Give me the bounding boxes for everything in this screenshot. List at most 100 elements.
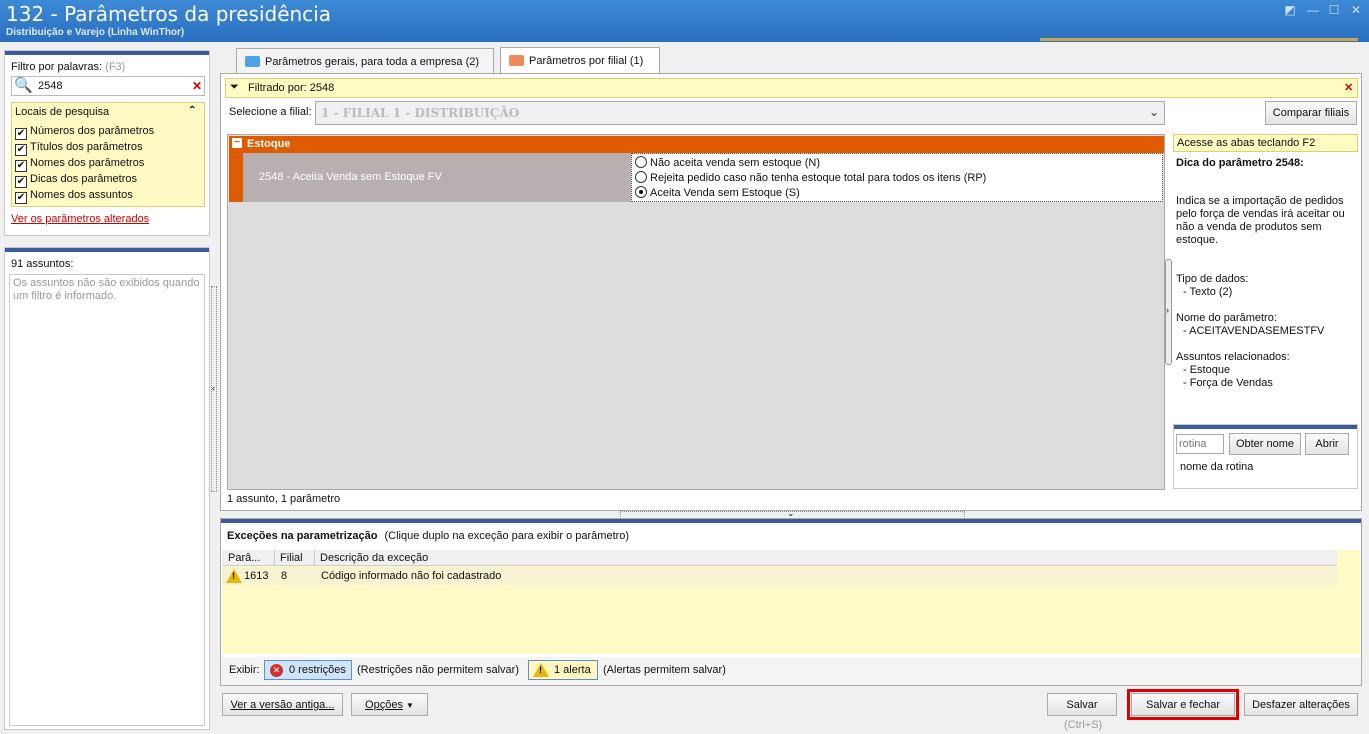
check-label: Títulos dos parâmetros xyxy=(30,141,143,153)
rotina-input[interactable] xyxy=(1176,434,1224,454)
panel-divider xyxy=(221,519,1361,523)
checkbox-icon: ✔ xyxy=(15,128,27,140)
tab-label: Parâmetros por filial xyxy=(529,55,627,67)
tab-label: Parâmetros gerais, para toda a empresa xyxy=(265,56,463,68)
error-icon: ✕ xyxy=(270,664,283,677)
option-rp[interactable]: Rejeita pedido caso não tenha estoque to… xyxy=(635,171,986,184)
option-label: Não aceita venda sem estoque (N) xyxy=(650,157,820,169)
funnel-icon: ⏷ xyxy=(230,81,239,93)
row-filial: 8 xyxy=(281,570,288,582)
nome-rotina: nome da rotina xyxy=(1180,461,1254,473)
locais-box: Locais de pesquisa ⌃ ✔ Números dos parâme… xyxy=(11,102,205,207)
filial-value: 1 - FILIAL 1 - DISTRIBUIÇÃO xyxy=(321,106,520,120)
maximize-button[interactable]: ☐ xyxy=(1324,3,1344,17)
table-row[interactable]: 1613 8 Código informado não foi cadastra… xyxy=(222,567,1337,585)
restore-icon[interactable]: ◩ xyxy=(1280,3,1300,17)
option-label: Aceita Venda sem Estoque (S) xyxy=(650,187,800,199)
row-indicator xyxy=(229,153,243,202)
versao-antiga-button[interactable]: Ver a versão antiga... xyxy=(222,693,343,716)
col-descricao[interactable]: Descrição da exceção xyxy=(320,552,428,564)
nome-label: Nome do parâmetro: xyxy=(1176,312,1277,324)
check-nomes[interactable]: ✔ Nomes dos parâmetros xyxy=(15,157,144,172)
compare-filiais-button[interactable]: Comparar filiais xyxy=(1265,101,1357,125)
parameter-options: Não aceita venda sem estoque (N) Rejeita… xyxy=(631,153,1163,202)
check-dicas[interactable]: ✔ Dicas dos parâmetros xyxy=(15,173,137,188)
filter-panel: Filtro por palavras: (F3) 🔍 2548 ✕ Locai… xyxy=(4,50,210,236)
checkbox-icon: ✔ xyxy=(15,144,27,156)
abrir-button[interactable]: Abrir xyxy=(1305,433,1349,455)
dica-title: Dica do parâmetro 2548: xyxy=(1176,157,1304,169)
restricoes-button[interactable]: ✕ 0 restrições xyxy=(264,660,352,680)
chevron-down-icon: ⌄ xyxy=(1148,105,1159,119)
exceptions-grid-header: Parâ... Filial Descrição da exceção xyxy=(222,550,1337,566)
altered-params-link[interactable]: Ver os parâmetros alterados xyxy=(11,213,149,225)
col-param[interactable]: Parâ... xyxy=(228,552,260,564)
filter-shortcut: (F3) xyxy=(105,61,126,73)
nome-value: - ACEITAVENDASEMESTFV xyxy=(1183,325,1325,337)
tab-parametros-gerais[interactable]: Parâmetros gerais, para toda a empresa (… xyxy=(236,48,494,73)
restricoes-note: (Restrições não permitem salvar) xyxy=(357,664,519,676)
window-subtitle: Distribuição e Varejo (Linha WinThor) xyxy=(6,27,185,38)
salvar-button[interactable]: Salvar xyxy=(1047,693,1117,716)
group-header[interactable]: − Estoque xyxy=(229,136,1164,153)
option-s[interactable]: Aceita Venda sem Estoque (S) xyxy=(635,186,800,199)
parameter-row[interactable]: 2548 - Aceita Venda sem Estoque FV Não a… xyxy=(229,153,1164,202)
collapse-group-icon[interactable]: − xyxy=(232,138,242,148)
tipo-label: Tipo de dados: xyxy=(1176,273,1249,285)
magnifier-icon: 🔍 xyxy=(14,77,33,94)
salvar-fechar-button[interactable]: Salvar e fechar xyxy=(1131,693,1235,716)
filial-select[interactable]: 1 - FILIAL 1 - DISTRIBUIÇÃO ⌄ xyxy=(315,101,1165,125)
close-button[interactable]: ✕ xyxy=(1346,3,1366,17)
assuntos-panel: 91 assuntos: Os assuntos não são exibido… xyxy=(4,247,210,730)
warning-icon xyxy=(226,569,242,586)
filial-label: Selecione a filial: xyxy=(229,106,312,118)
folder-icon xyxy=(509,55,524,66)
option-n[interactable]: Não aceita venda sem estoque (N) xyxy=(635,156,820,169)
tab-parametros-filial[interactable]: Parâmetros por filial (1) xyxy=(500,47,660,74)
check-titulos[interactable]: ✔ Títulos dos parâmetros xyxy=(15,141,143,156)
parameter-grid: − Estoque 2548 - Aceita Venda sem Estoqu… xyxy=(227,134,1165,490)
window-title: 132 - Parâmetros da presidência xyxy=(6,2,331,26)
assunto-rel-item: - Estoque xyxy=(1183,364,1231,376)
check-numeros[interactable]: ✔ Números dos parâmetros xyxy=(15,125,154,140)
row-descricao: Código informado não foi cadastrado xyxy=(321,570,502,582)
salvar-shortcut: (Ctrl+S) xyxy=(1064,719,1103,731)
vertical-splitter[interactable]: ‹ xyxy=(211,286,217,492)
check-assuntos[interactable]: ✔ Nomes dos assuntos xyxy=(15,189,133,204)
exceptions-title: Exceções na parametrização xyxy=(227,530,378,542)
exceptions-grid: Parâ... Filial Descrição da exceção 1613… xyxy=(222,550,1360,654)
dica-splitter[interactable]: › xyxy=(1165,259,1172,365)
tipo-value: - Texto (2) xyxy=(1183,286,1233,298)
radio-selected-icon xyxy=(635,186,647,198)
expand-right-icon[interactable]: › xyxy=(1166,305,1169,315)
option-label: Rejeita pedido caso não tenha estoque to… xyxy=(650,172,987,184)
exibir-label: Exibir: xyxy=(229,664,260,676)
locais-title: Locais de pesquisa xyxy=(15,106,110,118)
obter-nome-button[interactable]: Obter nome xyxy=(1229,433,1301,455)
exceptions-header: Exceções na parametrização (Clique duplo… xyxy=(227,530,629,542)
check-label: Nomes dos parâmetros xyxy=(30,157,145,169)
search-input[interactable]: 🔍 2548 ✕ xyxy=(11,76,205,96)
alertas-button[interactable]: 1 alerta xyxy=(528,660,598,680)
col-filial[interactable]: Filial xyxy=(280,552,303,564)
exceptions-hint: (Clique duplo na exceção para exibir o p… xyxy=(384,530,630,542)
exibir-bar: Exibir: ✕ 0 restrições (Restrições não p… xyxy=(221,657,1361,685)
clear-filter-icon[interactable]: ✕ xyxy=(1344,81,1353,94)
checkbox-icon: ✔ xyxy=(15,176,27,188)
restricoes-label: 0 restrições xyxy=(289,664,346,676)
title-bar: 132 - Parâmetros da presidência Distribu… xyxy=(0,0,1369,42)
warning-icon xyxy=(533,663,549,680)
panel-divider xyxy=(1174,425,1357,429)
check-label: Dicas dos parâmetros xyxy=(30,173,137,185)
rotina-panel: Obter nome Abrir nome da rotina xyxy=(1173,424,1358,489)
clear-search-icon[interactable]: ✕ xyxy=(192,79,202,93)
collapse-left-icon[interactable]: ‹ xyxy=(212,383,215,393)
assunto-rel-item: - Força de Vendas xyxy=(1183,377,1273,389)
dica-panel: Dica do parâmetro 2548: Indica se a impo… xyxy=(1173,154,1358,424)
assuntos-note: Os assuntos não são exibidos quando um f… xyxy=(9,274,205,726)
desfazer-button[interactable]: Desfazer alterações xyxy=(1244,693,1358,716)
collapse-icon[interactable]: ⌃ xyxy=(188,105,196,116)
checkbox-icon: ✔ xyxy=(15,192,27,204)
minimize-button[interactable]: — xyxy=(1303,3,1323,17)
opcoes-button[interactable]: Opções ▼ xyxy=(351,693,428,716)
